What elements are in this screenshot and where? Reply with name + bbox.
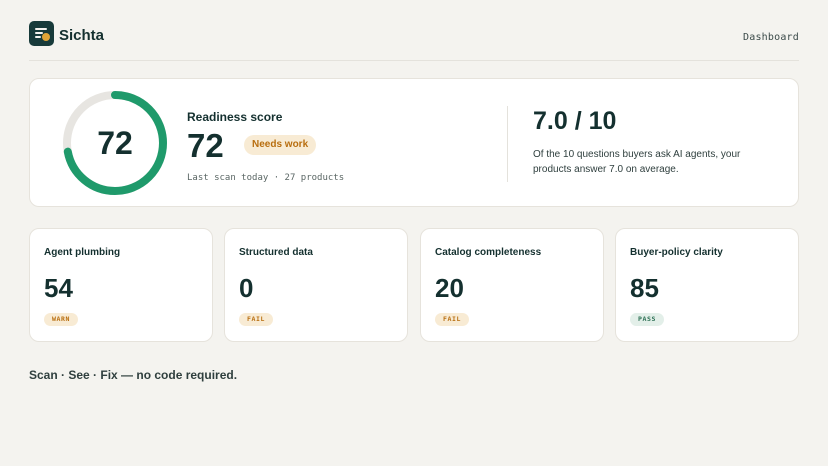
readiness-score-value: 72 <box>187 127 224 164</box>
card-value: 85 <box>630 273 659 303</box>
readiness-panel: 72 Readiness score 72 Needs work Last sc… <box>29 78 799 207</box>
scan-meta: Last scan today · 27 products <box>187 173 345 183</box>
gauge-score: 72 <box>97 124 133 161</box>
status-badge: PASS <box>630 313 665 326</box>
answer-ratio: 7.0 / 10 <box>533 107 617 135</box>
metric-card-buyer-policy-clarity[interactable]: Buyer-policy clarity 85 PASS <box>615 228 799 342</box>
tagline: Scan · See · Fix — no code required. <box>29 368 238 382</box>
card-title: Catalog completeness <box>435 247 542 258</box>
status-badge: FAIL <box>239 313 274 326</box>
answer-description: Of the 10 questions buyers ask AI agents… <box>533 149 741 175</box>
metric-card-structured-data[interactable]: Structured data 0 FAIL <box>224 228 408 342</box>
card-value: 20 <box>435 273 464 303</box>
readiness-score-label: Readiness score <box>187 110 283 124</box>
metric-card-catalog-completeness[interactable]: Catalog completeness 20 FAIL <box>420 228 604 342</box>
brand-name[interactable]: Sichta <box>59 27 104 44</box>
card-title: Structured data <box>239 247 313 258</box>
status-badge: FAIL <box>435 313 470 326</box>
card-title: Agent plumbing <box>44 247 121 258</box>
readiness-gauge: 72 <box>61 89 169 197</box>
dashboard-link[interactable]: Dashboard <box>743 32 799 43</box>
card-value: 0 <box>239 273 254 303</box>
logo-icon[interactable] <box>29 21 54 46</box>
metric-card-agent-plumbing[interactable]: Agent plumbing 54 WARN <box>29 228 213 342</box>
status-badge: Needs work <box>244 135 317 155</box>
app-header: Sichta Dashboard <box>29 20 799 61</box>
card-title: Buyer-policy clarity <box>630 247 723 258</box>
card-value: 54 <box>44 273 73 303</box>
panel-divider <box>507 106 508 182</box>
status-badge: WARN <box>44 313 79 326</box>
